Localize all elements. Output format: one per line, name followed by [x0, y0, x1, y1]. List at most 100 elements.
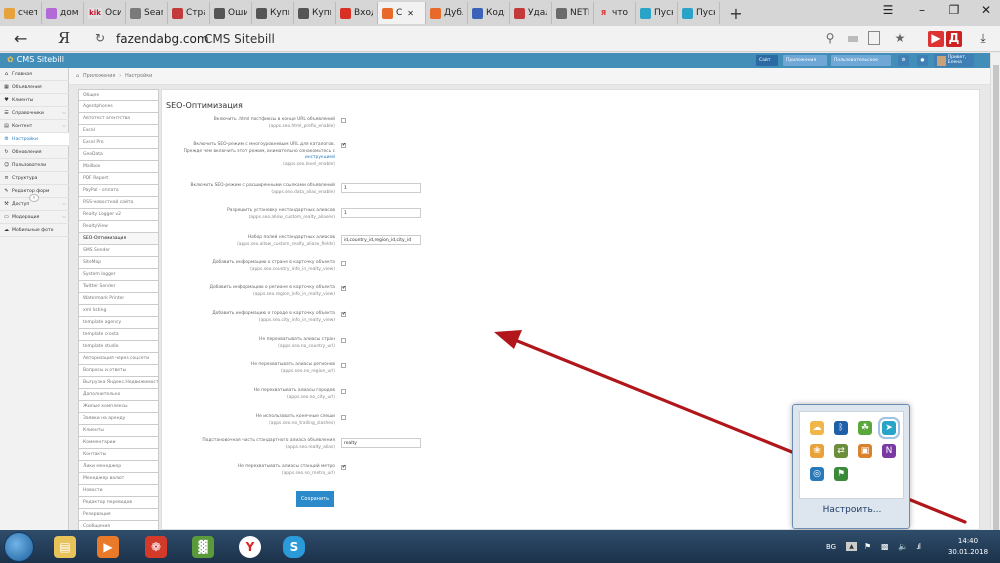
signal-icon[interactable]: .ıl — [916, 542, 921, 551]
sidebar-item[interactable]: ▭ Модерация ⌵ — [0, 211, 69, 224]
taskbar-app[interactable]: ▤ — [43, 532, 87, 561]
taskbar-app[interactable]: ▓ — [181, 532, 225, 561]
new-tab-icon[interactable]: + — [726, 4, 746, 23]
browser-tab[interactable]: Вход — [336, 2, 378, 24]
setting-checkbox[interactable] — [341, 415, 346, 420]
site-button[interactable]: Сайт — [756, 55, 778, 66]
settings-list-item[interactable]: Вопросы и ответы — [78, 365, 159, 377]
settings-list-item[interactable]: Realty Logger v2 — [78, 209, 159, 221]
arrows-icon[interactable]: ⇄ — [834, 444, 848, 458]
browser-tab[interactable]: NETF — [552, 2, 594, 24]
search-icon[interactable]: ⚲ — [822, 31, 838, 47]
mail-extension-icon[interactable]: Д — [946, 31, 962, 47]
settings-list-item[interactable]: SEO-Оптимизация — [78, 233, 159, 245]
settings-list-item[interactable]: Авторизация через соцсети — [78, 353, 159, 365]
apps-dropdown[interactable]: Приложения — [783, 55, 827, 66]
custom-dropdown[interactable]: Пользовательское — [831, 55, 891, 66]
setting-checkbox[interactable] — [341, 143, 346, 148]
breadcrumb-apps[interactable]: Приложения — [83, 74, 115, 79]
setting-checkbox[interactable] — [341, 312, 346, 317]
settings-list-item[interactable]: Менеджер валют — [78, 473, 159, 485]
settings-list-item[interactable]: Twitter Sender — [78, 281, 159, 293]
collapse-sidebar-icon[interactable]: « — [29, 194, 39, 202]
bluetooth-icon[interactable]: ᛒ — [834, 421, 848, 435]
settings-list-item[interactable]: SMS Sender — [78, 245, 159, 257]
info-round-icon[interactable]: ● — [917, 55, 928, 66]
setting-checkbox[interactable] — [341, 338, 346, 343]
sidebar-item[interactable]: ▦ Объявления — [0, 81, 69, 94]
settings-list-item[interactable]: xml listing — [78, 305, 159, 317]
sidebar-item[interactable]: ♥ Клиенты — [0, 94, 69, 107]
user-menu[interactable]: Привет, Елена — [934, 54, 974, 67]
setting-checkbox[interactable] — [341, 389, 346, 394]
sidebar-item[interactable]: ↻ Обновления — [0, 146, 69, 159]
settings-list-item[interactable]: Клиенты — [78, 425, 159, 437]
setting-checkbox[interactable] — [341, 465, 346, 470]
settings-list-item[interactable]: Выгрузка Яндекс.Недвижимость — [78, 377, 159, 389]
settings-list-item[interactable]: Mailbox — [78, 161, 159, 173]
settings-list-item[interactable]: template agency — [78, 317, 159, 329]
page-scrollbar[interactable] — [990, 53, 1000, 535]
browser-tab[interactable]: Дубл — [426, 2, 468, 24]
settings-list-item[interactable]: PayPal - оплата — [78, 185, 159, 197]
extension-icon[interactable]: ▶ — [928, 31, 944, 47]
battery-icon[interactable]: ▩ — [881, 542, 889, 551]
settings-list-item[interactable]: Agentphones — [78, 101, 159, 113]
language-indicator[interactable]: BG — [826, 543, 836, 551]
sidebar-item[interactable]: ☰ Справочники ⌵ — [0, 107, 69, 120]
settings-list-item[interactable]: RealtyView — [78, 221, 159, 233]
setting-text-input[interactable]: 1 — [341, 183, 421, 193]
taskbar-app[interactable]: Y — [228, 532, 272, 561]
cms-logo[interactable]: ✿ CMS Sitebill — [7, 55, 64, 64]
settings-list-item[interactable]: Жилые комплексы — [78, 401, 159, 413]
setting-checkbox[interactable] — [341, 363, 346, 368]
setting-checkbox[interactable] — [341, 286, 346, 291]
setting-text-input[interactable]: id,country_id,region_id,city_id — [341, 235, 421, 245]
browser-tab[interactable]: Оши — [210, 2, 252, 24]
taskbar-app[interactable]: ▶ — [86, 532, 130, 561]
clock-time[interactable]: 14:40 — [948, 537, 988, 545]
settings-list-item[interactable]: Автотест агентства — [78, 113, 159, 125]
browser-tab[interactable]: Купи — [252, 2, 294, 24]
download-icon[interactable]: ⤓ — [975, 31, 991, 47]
sidebar-item[interactable]: ☁ Мобильные фото — [0, 224, 69, 237]
volume-icon[interactable]: 🔈 — [898, 542, 908, 551]
settings-list-item[interactable]: SiteMap — [78, 257, 159, 269]
browser-tab[interactable]: Searc — [126, 2, 168, 24]
url-text[interactable]: fazendabg.com — [116, 32, 209, 46]
settings-list-item[interactable]: Watermark Printer — [78, 293, 159, 305]
close-icon[interactable]: ✕ — [976, 3, 996, 17]
sidebar-item[interactable]: ≡ Структура — [0, 172, 69, 185]
settings-list-item[interactable]: Excel — [78, 125, 159, 137]
box-icon[interactable]: ▣ — [858, 444, 872, 458]
settings-list-item[interactable]: GeoData — [78, 149, 159, 161]
star-icon[interactable]: ★ — [892, 31, 908, 47]
restore-icon[interactable]: ❐ — [944, 3, 964, 17]
flag-icon[interactable]: ⚑ — [834, 467, 848, 481]
taskbar-app[interactable]: ❁ — [134, 532, 178, 561]
back-arrow-icon[interactable]: ← — [14, 29, 27, 48]
globe-icon[interactable]: ◎ — [810, 467, 824, 481]
browser-tab[interactable]: Стра — [168, 2, 210, 24]
browser-tab[interactable]: kikОси — [84, 2, 126, 24]
settings-list-item[interactable]: Общее — [78, 89, 159, 101]
settings-list-item[interactable]: Резервация — [78, 509, 159, 521]
browser-tab[interactable]: Купи — [294, 2, 336, 24]
browser-tab[interactable]: Пуск — [636, 2, 678, 24]
settings-list-item[interactable]: template studio — [78, 341, 159, 353]
copy-icon[interactable] — [868, 31, 880, 45]
settings-list-item[interactable]: Лики менеджер — [78, 461, 159, 473]
tray-customize-link[interactable]: Настроить... — [793, 505, 911, 515]
sidebar-item[interactable]: ⌂ Главная — [0, 68, 69, 81]
yandex-logo[interactable]: Я — [58, 29, 70, 47]
browser-tab[interactable]: Коды — [468, 2, 510, 24]
setting-checkbox[interactable] — [341, 261, 346, 266]
fan-icon[interactable]: ❀ — [810, 444, 824, 458]
reader-icon[interactable] — [848, 36, 858, 42]
onenote-icon[interactable]: N — [882, 444, 896, 458]
clock-date[interactable]: 30.01.2018 — [945, 548, 991, 556]
settings-list-item[interactable]: template crosta — [78, 329, 159, 341]
settings-list-item[interactable]: System logger — [78, 269, 159, 281]
taskbar-app[interactable]: S — [272, 532, 316, 561]
minimize-icon[interactable]: – — [912, 3, 932, 17]
